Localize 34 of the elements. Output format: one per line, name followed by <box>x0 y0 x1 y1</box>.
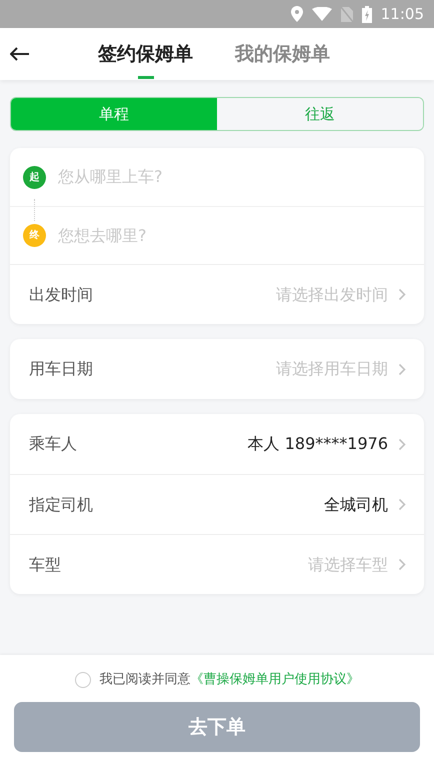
start-badge: 起 <box>23 166 46 188</box>
wifi-icon <box>312 7 332 21</box>
row-label: 车型 <box>29 554 61 576</box>
form-row[interactable]: 车型 请选择车型 <box>10 534 424 594</box>
status-time: 11:05 <box>380 4 424 25</box>
row-value: 全城司机 <box>324 494 388 516</box>
dotted-line <box>34 199 35 221</box>
form-row[interactable]: 乘车人 本人 189****1976 <box>10 414 424 474</box>
chevron-right-icon <box>398 498 406 511</box>
location-icon <box>290 6 303 22</box>
no-sim-icon <box>340 6 353 22</box>
row-label: 出发时间 <box>29 284 93 306</box>
tab-indicator <box>138 76 154 79</box>
row-label: 乘车人 <box>29 433 77 455</box>
form-row[interactable]: 用车日期 请选择用车日期 <box>10 339 424 399</box>
tab[interactable]: 我的保姆单 <box>235 28 330 80</box>
chevron-right-icon <box>398 288 406 301</box>
agreement-text: 我已阅读并同意 <box>100 671 190 690</box>
row-value: 本人 189****1976 <box>248 433 388 455</box>
row-placeholder: 请选择车型 <box>308 554 388 576</box>
row-placeholder: 请选择用车日期 <box>276 358 388 380</box>
row-placeholder: 请选择出发时间 <box>276 284 388 306</box>
back-arrow-icon[interactable] <box>10 47 30 61</box>
form-row[interactable]: 出发时间 请选择出发时间 <box>10 264 424 324</box>
battery-icon <box>362 6 372 22</box>
chevron-right-icon <box>398 558 406 571</box>
agreement-checkbox[interactable] <box>74 672 90 688</box>
chevron-right-icon <box>398 438 406 450</box>
form-row[interactable]: 指定司机 全城司机 <box>10 474 424 534</box>
row-label: 指定司机 <box>29 494 93 516</box>
chevron-right-icon <box>398 362 406 376</box>
tab[interactable]: 签约保姆单 <box>98 28 193 80</box>
row-label: 用车日期 <box>29 358 93 380</box>
end-badge: 终 <box>23 224 46 247</box>
